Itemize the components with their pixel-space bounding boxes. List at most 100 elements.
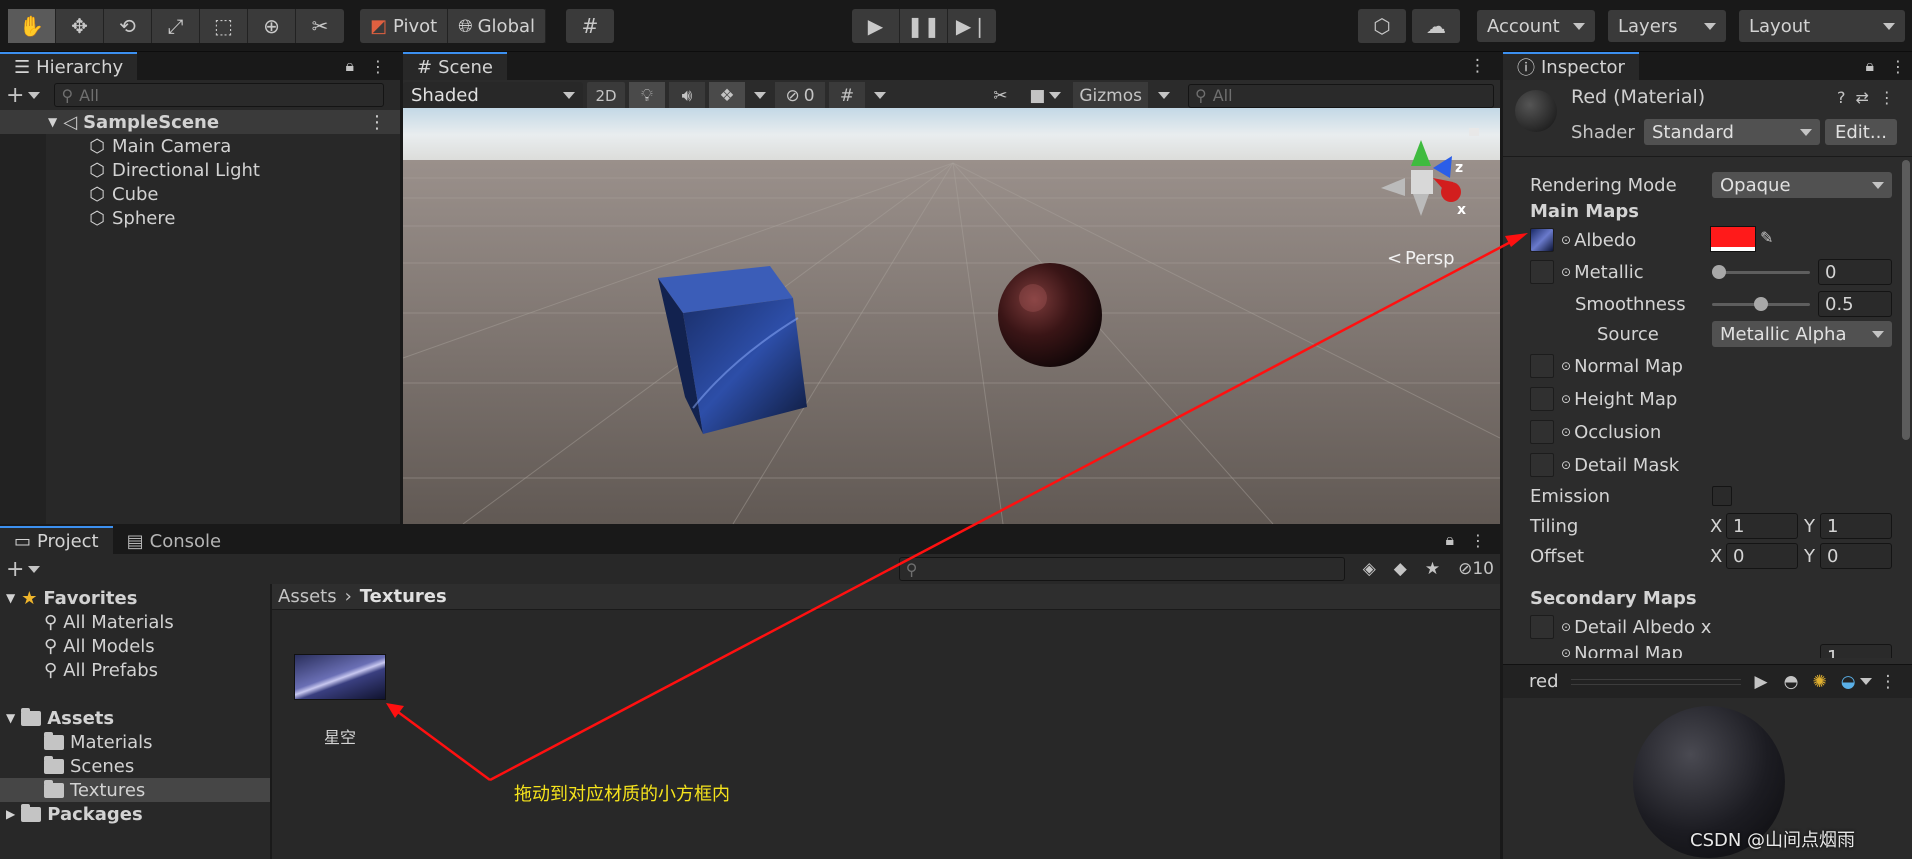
shader-dropdown[interactable]: Standard xyxy=(1644,119,1820,145)
layout-dropdown[interactable]: Layout xyxy=(1739,10,1905,42)
hierarchy-item[interactable]: ⬡ Cube xyxy=(88,182,158,206)
offset-x-input[interactable]: 0 xyxy=(1726,543,1798,569)
project-search-input[interactable]: ⚲ xyxy=(898,557,1345,581)
step-icon[interactable]: ▶❘ xyxy=(948,9,996,43)
cloud-icon[interactable]: ☁ xyxy=(1412,9,1460,43)
expand-arrow-icon[interactable]: ▼ xyxy=(48,115,57,129)
albedo-texture-slot[interactable] xyxy=(1530,228,1554,252)
normal-map-slot[interactable] xyxy=(1530,354,1554,378)
lock-icon[interactable]: 🔒︎ xyxy=(345,56,354,76)
more-menu-icon[interactable]: ⋮ xyxy=(1890,57,1906,76)
scene-more-menu-icon[interactable]: ⋮ xyxy=(1469,52,1500,80)
play-icon[interactable]: ▶ xyxy=(852,9,900,43)
smoothness-input[interactable]: 0.5 xyxy=(1818,291,1892,317)
scene-more-icon[interactable]: ⋮ xyxy=(368,112,386,133)
preview-play-icon[interactable]: ▶ xyxy=(1755,672,1768,692)
project-splitter[interactable] xyxy=(270,584,272,859)
more-menu-icon[interactable]: ⋮ xyxy=(1880,672,1897,692)
metallic-slider-handle[interactable] xyxy=(1712,265,1726,279)
albedo-color-swatch[interactable] xyxy=(1710,226,1756,252)
offset-y-input[interactable]: 0 xyxy=(1820,543,1892,569)
tiling-y-input[interactable]: 1 xyxy=(1820,513,1892,539)
pivot-button[interactable]: ◩ Pivot xyxy=(360,9,449,43)
scale-tool-icon[interactable]: ⤢ xyxy=(152,9,200,43)
emission-checkbox[interactable] xyxy=(1712,486,1732,506)
grid-dropdown[interactable] xyxy=(869,82,891,110)
gizmos-button[interactable]: Gizmos xyxy=(1073,81,1148,110)
metallic-input[interactable]: 0 xyxy=(1818,259,1892,285)
favorite-item[interactable]: ⚲ All Models xyxy=(44,634,155,658)
expand-arrow-icon[interactable]: ▼ xyxy=(6,711,15,725)
favorites-row[interactable]: ▼ ★ Favorites xyxy=(6,586,137,610)
secondary-normal-scale-input[interactable]: 1 xyxy=(1820,644,1892,658)
scene-search-input[interactable]: ⚲ All xyxy=(1188,83,1494,108)
pause-icon[interactable]: ❚❚ xyxy=(900,9,948,43)
preview-drag-handle[interactable] xyxy=(1570,678,1741,685)
scene-row[interactable]: ▼ ◁ SampleScene ⋮ xyxy=(0,110,400,134)
tab-project[interactable]: ▭ Project xyxy=(0,526,113,554)
custom-tool-icon[interactable]: ✂ xyxy=(296,9,344,43)
transform-tool-icon[interactable]: ⊕ xyxy=(248,9,296,43)
add-icon[interactable]: + xyxy=(6,83,24,108)
help-icon[interactable]: ? xyxy=(1837,88,1846,107)
grid-toggle-icon[interactable]: # xyxy=(829,81,865,110)
rendering-mode-dropdown[interactable]: Opaque xyxy=(1712,172,1892,198)
chevron-down-icon[interactable] xyxy=(28,91,41,99)
layers-dropdown[interactable]: Layers xyxy=(1608,10,1726,42)
preview-mesh-icon[interactable]: ◒ xyxy=(1841,672,1856,692)
hidden-packages-toggle[interactable]: ⊘10 xyxy=(1458,559,1494,579)
hierarchy-item[interactable]: ⬡ Main Camera xyxy=(88,134,231,158)
breadcrumb-root[interactable]: Assets xyxy=(278,586,337,607)
eyedropper-icon[interactable]: ✎ xyxy=(1760,228,1773,247)
asset-folder[interactable]: Materials xyxy=(44,730,153,754)
presets-icon[interactable]: ⇄ xyxy=(1856,88,1869,107)
move-tool-icon[interactable]: ✥ xyxy=(56,9,104,43)
chevron-down-icon[interactable] xyxy=(1859,678,1872,685)
detail-mask-slot[interactable] xyxy=(1530,453,1554,477)
favorite-item[interactable]: ⚲ All Prefabs xyxy=(44,658,158,682)
favorite-item[interactable]: ⚲ All Materials xyxy=(44,610,174,634)
more-menu-icon[interactable]: ⋮ xyxy=(1470,531,1486,550)
gizmos-dropdown[interactable] xyxy=(1152,82,1176,110)
more-menu-icon[interactable]: ⋮ xyxy=(1879,88,1895,107)
lock-icon[interactable]: 🔒︎ xyxy=(1865,56,1874,76)
preview-light-icon[interactable]: ✺ xyxy=(1812,672,1826,692)
asset-folder[interactable]: Scenes xyxy=(44,754,134,778)
grid-snap-icon[interactable]: # xyxy=(566,9,614,43)
edit-shader-button[interactable]: Edit... xyxy=(1825,119,1897,145)
expand-arrow-icon[interactable]: ▶ xyxy=(6,807,15,821)
rotate-tool-icon[interactable]: ⟲ xyxy=(104,9,152,43)
inspector-scrollbar[interactable] xyxy=(1902,160,1910,440)
metallic-slider[interactable] xyxy=(1712,271,1810,274)
tab-inspector[interactable]: ⓘ Inspector xyxy=(1503,52,1639,80)
search-by-label-icon[interactable]: ◆ xyxy=(1394,559,1407,579)
search-by-type-icon[interactable]: ◈ xyxy=(1363,559,1376,579)
packages-row[interactable]: ▶ Packages xyxy=(6,802,143,826)
favorite-star-icon[interactable]: ★ xyxy=(1425,559,1440,579)
persp-label[interactable]: Persp xyxy=(1405,248,1455,269)
hand-tool-icon[interactable]: ✋ xyxy=(8,9,56,43)
tiling-x-input[interactable]: 1 xyxy=(1726,513,1798,539)
hierarchy-item[interactable]: ⬡ Sphere xyxy=(88,206,175,230)
texture-name-label[interactable]: 星空 xyxy=(290,724,390,748)
asset-folder-selected[interactable]: Textures xyxy=(0,778,270,802)
hierarchy-item[interactable]: ⬡ Directional Light xyxy=(88,158,260,182)
collab-icon[interactable]: ⬡ xyxy=(1358,9,1406,43)
viewport-lock-icon[interactable] xyxy=(1469,128,1479,136)
lock-icon[interactable]: 🔒︎ xyxy=(1445,530,1454,550)
chevron-down-icon[interactable] xyxy=(28,565,41,573)
toggle-2d-button[interactable]: 2D xyxy=(587,81,625,110)
audio-icon[interactable]: 🔊︎ xyxy=(669,81,705,110)
texture-thumbnail[interactable] xyxy=(294,654,386,700)
assets-row[interactable]: ▼ Assets xyxy=(6,706,114,730)
height-map-slot[interactable] xyxy=(1530,387,1554,411)
effects-icon[interactable]: ❖ xyxy=(709,81,745,110)
scene-viewport[interactable]: z x < Persp xyxy=(403,108,1500,524)
sphere-object[interactable] xyxy=(998,263,1102,367)
global-button[interactable]: 🌐︎ Global xyxy=(448,9,547,43)
preview-sphere-icon[interactable]: ◓ xyxy=(1784,672,1799,692)
tab-console[interactable]: ▤ Console xyxy=(112,526,236,554)
camera-dropdown[interactable]: ■ xyxy=(1021,82,1069,110)
tab-scene[interactable]: # Scene xyxy=(403,52,507,80)
lighting-icon[interactable]: 💡︎ xyxy=(629,81,665,110)
